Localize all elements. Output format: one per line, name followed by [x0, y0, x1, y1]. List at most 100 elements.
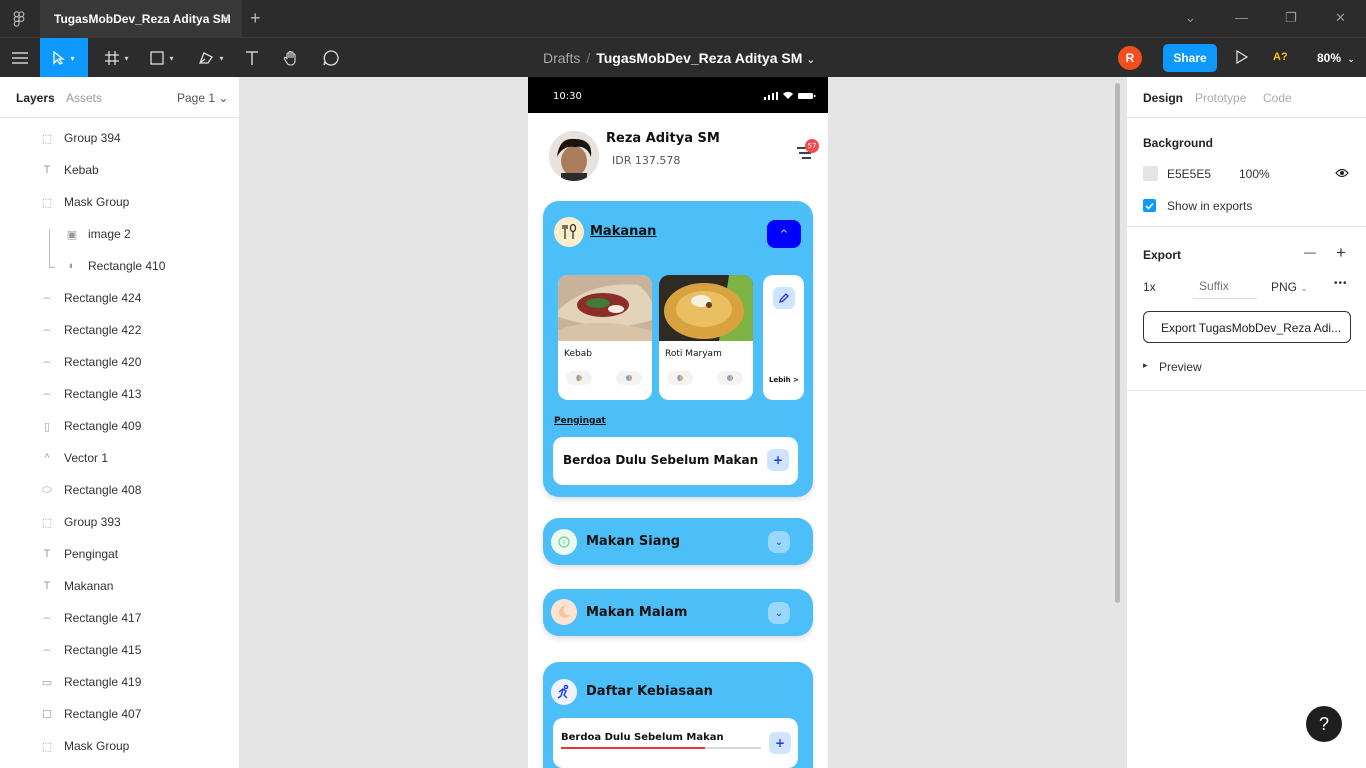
like-button[interactable]	[667, 371, 693, 385]
main-menu-button[interactable]	[8, 38, 32, 78]
food-card[interactable]: Roti Maryam	[659, 275, 753, 400]
more-foods-card[interactable]: Lebih >	[763, 275, 804, 400]
rectangle-icon: ▯	[43, 420, 51, 433]
accessibility-check-button[interactable]: A?	[1273, 51, 1288, 63]
layer-row[interactable]: ┄ Rectangle 413	[0, 378, 239, 410]
cursor-arrow-icon	[53, 51, 66, 65]
layer-row[interactable]: ┄ Rectangle 415	[0, 634, 239, 666]
status-time: 10:30	[553, 91, 582, 102]
move-tool-button[interactable]: ▾	[40, 38, 88, 78]
canvas[interactable]: 10:30 Reza Aditya SM IDR 137.578 57 Maka…	[240, 77, 1126, 768]
status-icons	[764, 91, 816, 100]
layer-row[interactable]: ┄ Rectangle 422	[0, 314, 239, 346]
share-button[interactable]: Share	[1163, 44, 1217, 72]
line-icon: ┄	[43, 612, 51, 625]
canvas-scrollbar[interactable]	[1115, 83, 1120, 603]
preview-caret-icon[interactable]: ▸	[1143, 360, 1148, 371]
close-tab-icon[interactable]: ×	[222, 10, 230, 26]
makanan-title[interactable]: Makanan	[590, 224, 656, 239]
hamburger-icon	[12, 52, 28, 64]
comment-tool-button[interactable]	[320, 38, 342, 78]
new-tab-icon[interactable]: +	[250, 8, 261, 29]
background-color-swatch[interactable]	[1143, 166, 1158, 181]
layer-row[interactable]: ┄ Rectangle 424	[0, 282, 239, 314]
add-reminder-button[interactable]: +	[767, 449, 789, 471]
more-label[interactable]: Lebih >	[769, 376, 799, 384]
dislike-button[interactable]	[717, 371, 743, 385]
pen-tool-button[interactable]: ▾	[193, 38, 229, 78]
layer-row[interactable]: ▭ Rectangle 419	[0, 666, 239, 698]
expand-button[interactable]: ⌄	[768, 531, 790, 553]
layer-row[interactable]: ⬚ Group 394	[0, 122, 239, 154]
hand-tool-button[interactable]	[280, 38, 302, 78]
tab-design[interactable]: Design	[1143, 91, 1183, 105]
layer-row[interactable]: ┄ Rectangle 420	[0, 346, 239, 378]
reminder-item[interactable]: Berdoa Dulu Sebelum Makan +	[553, 437, 798, 485]
background-hex-input[interactable]: E5E5E5	[1167, 167, 1211, 181]
text-tool-button[interactable]	[241, 38, 263, 78]
layer-row[interactable]: ┄ Rectangle 417	[0, 602, 239, 634]
line-icon: ┄	[43, 388, 51, 401]
rectangle-icon	[150, 51, 165, 65]
profile-photo[interactable]	[549, 131, 599, 181]
background-opacity-input[interactable]: 100%	[1239, 167, 1270, 181]
add-habit-button[interactable]: +	[769, 732, 791, 754]
thumbs-up-icon	[677, 375, 683, 381]
tab-assets[interactable]: Assets	[66, 91, 102, 105]
expand-button[interactable]: ⌄	[768, 602, 790, 624]
document-tab[interactable]: TugasMobDev_Reza Aditya SM ×	[40, 0, 242, 37]
layer-row[interactable]: T Pengingat	[0, 538, 239, 570]
dislike-button[interactable]	[616, 371, 642, 385]
close-window-icon[interactable]: ✕	[1335, 10, 1346, 26]
food-card[interactable]: Kebab	[558, 275, 652, 400]
restore-icon[interactable]: ❐	[1285, 10, 1297, 26]
page-selector[interactable]: Page 1 ⌄	[177, 91, 228, 105]
figma-logo-icon[interactable]	[12, 11, 26, 27]
tab-prototype[interactable]: Prototype	[1195, 91, 1246, 105]
layer-row[interactable]: ▣ image 2	[0, 218, 239, 250]
habit-item[interactable]: Berdoa Dulu Sebelum Makan +	[553, 718, 798, 768]
mobile-frame[interactable]: 10:30 Reza Aditya SM IDR 137.578 57 Maka…	[528, 77, 828, 768]
drafts-link[interactable]: Drafts	[543, 50, 580, 66]
help-button[interactable]: ?	[1306, 706, 1342, 742]
frame-tool-button[interactable]: ▾	[100, 38, 134, 78]
tab-layers[interactable]: Layers	[16, 91, 55, 105]
user-avatar[interactable]: R	[1118, 46, 1142, 70]
show-in-exports-checkbox[interactable]	[1143, 199, 1156, 212]
remove-export-icon[interactable]: —	[1304, 245, 1316, 259]
tab-code[interactable]: Code	[1263, 91, 1292, 105]
shape-tool-button[interactable]: ▾	[145, 38, 179, 78]
makan-siang-card[interactable]: Makan Siang ⌄	[543, 518, 813, 565]
layer-name: Mask Group	[64, 195, 130, 209]
export-scale[interactable]: 1x	[1143, 280, 1156, 294]
file-name-menu[interactable]: TugasMobDev_Reza Aditya SM	[596, 50, 802, 66]
line-icon: ┄	[43, 356, 51, 369]
layer-row[interactable]: T Makanan	[0, 570, 239, 602]
layer-row[interactable]: T Kebab	[0, 154, 239, 186]
layer-row[interactable]: ⬚ Mask Group	[0, 730, 239, 762]
export-format-select[interactable]: PNG ⌄	[1271, 280, 1308, 294]
preview-toggle[interactable]: Preview	[1159, 360, 1202, 374]
add-export-icon[interactable]: +	[1336, 243, 1346, 263]
export-more-icon[interactable]: •••	[1334, 278, 1348, 289]
sun-icon	[551, 529, 577, 555]
chevron-down-icon[interactable]: ⌄	[806, 54, 815, 66]
layer-row[interactable]: ^ Vector 1	[0, 442, 239, 474]
eye-icon[interactable]	[1335, 168, 1349, 178]
layer-row[interactable]: ⬚ Mask Group	[0, 186, 239, 218]
like-button[interactable]	[566, 371, 592, 385]
layer-row[interactable]: ▯ Rectangle 409	[0, 410, 239, 442]
layer-row[interactable]: ⬚ Group 393	[0, 506, 239, 538]
export-suffix-input[interactable]	[1193, 273, 1257, 299]
zoom-menu[interactable]: 80% ⌄	[1317, 51, 1355, 65]
present-play-icon[interactable]	[1236, 50, 1248, 64]
layer-row[interactable]: ◐ Rectangle 410	[0, 250, 239, 282]
collapse-button[interactable]: ^	[767, 220, 801, 248]
makan-malam-card[interactable]: Makan Malam ⌄	[543, 589, 813, 636]
minimize-icon[interactable]: —	[1235, 10, 1248, 25]
chevron-down-icon[interactable]: ⌄	[1185, 10, 1196, 26]
breadcrumb: Drafts / TugasMobDev_Reza Aditya SM ⌄	[543, 50, 816, 66]
layer-row[interactable]: ☐ Rectangle 407	[0, 698, 239, 730]
layer-row[interactable]: ⬭ Rectangle 408	[0, 474, 239, 506]
export-button[interactable]: Export TugasMobDev_Reza Adi...	[1143, 311, 1351, 343]
